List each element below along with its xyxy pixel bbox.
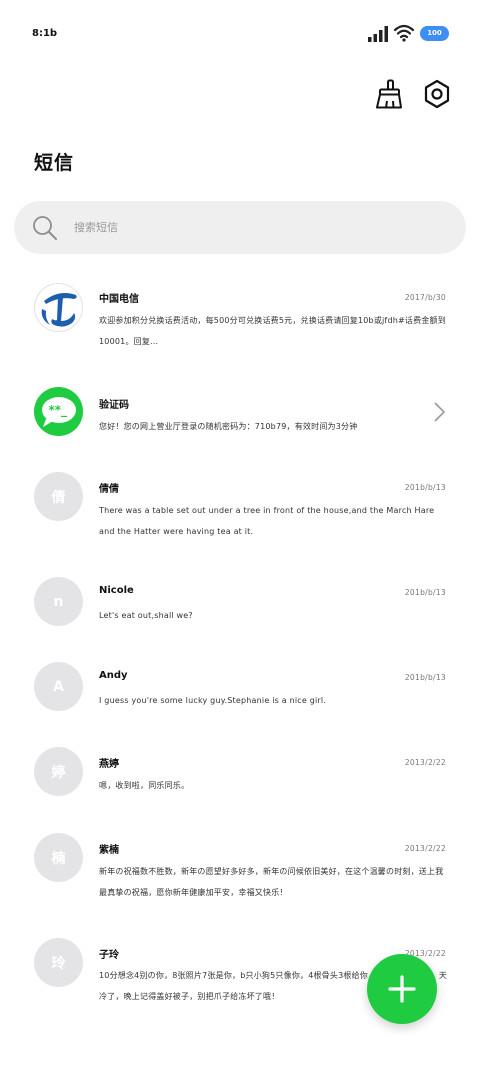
signal-icon: [368, 26, 388, 42]
list-item[interactable]: n Nicole 201b/b/13 Let's eat out,shall w…: [0, 575, 480, 660]
sender-name: Nicole: [99, 585, 134, 596]
status-time: 8:1b: [32, 28, 58, 39]
list-item[interactable]: 中国电信 2017/b/30 欢迎参加积分兑换话费活动，每500分可兑换话费5元…: [0, 270, 480, 380]
avatar: 婷: [34, 747, 83, 796]
avatar: 楠: [34, 833, 83, 882]
message-preview: 嗯，收到啦，同乐同乐。: [99, 781, 190, 790]
avatar: A: [34, 662, 83, 711]
sms-bubble-icon: **_: [41, 396, 76, 427]
avatar: 倩: [34, 472, 83, 521]
broom-icon: [376, 79, 402, 109]
top-actions: [374, 78, 452, 110]
sender-name: 子玲: [99, 950, 119, 961]
plus-icon: [388, 975, 416, 1003]
avatar: **_: [34, 387, 83, 436]
message-date: 201b/b/13: [404, 588, 446, 597]
message-preview: 新年の祝福数不胜数，新年の愿望好多好多，新年の问候依旧美好，在这个温馨の时刻，送…: [99, 867, 444, 897]
avatar: 玲: [34, 938, 83, 987]
message-preview: 您好！您の网上营业厅登录の随机密码为：710b79，有效时间为3分钟: [99, 422, 358, 431]
clean-button[interactable]: [374, 78, 404, 110]
list-item[interactable]: **_ 验证码 您好！您の网上营业厅登录の随机密码为：710b79，有效时间为3…: [0, 380, 480, 460]
sender-name: Andy: [99, 670, 128, 681]
message-date: 201b/b/13: [404, 483, 446, 492]
chevron-right-icon: [434, 402, 446, 422]
settings-button[interactable]: [422, 78, 452, 110]
sender-name: 中国电信: [99, 294, 139, 305]
page-title: 短信: [34, 152, 75, 174]
gear-icon: [424, 79, 450, 109]
search-icon: [32, 215, 58, 241]
list-item[interactable]: 倩 倩倩 201b/b/13 There was a table set out…: [0, 460, 480, 575]
sender-name: 倩倩: [99, 484, 119, 495]
sender-name: 燕婷: [99, 759, 119, 770]
wifi-icon: [394, 24, 414, 42]
svg-text:**_: **_: [48, 403, 67, 418]
message-preview: Let's eat out,shall we?: [99, 611, 193, 620]
china-telecom-logo-icon: [41, 292, 77, 327]
list-item[interactable]: A Andy 201b/b/13 I guess you're some luc…: [0, 660, 480, 745]
message-date: 2013/2/22: [404, 844, 446, 853]
avatar: [34, 283, 83, 332]
message-date: 2017/b/30: [404, 293, 446, 302]
search-bar[interactable]: [14, 201, 466, 254]
search-input[interactable]: [74, 221, 414, 234]
message-preview: There was a table set out under a tree i…: [99, 506, 435, 536]
status-bar: 8:1b 100: [0, 0, 480, 68]
list-item[interactable]: 婷 燕婷 2013/2/22 嗯，收到啦，同乐同乐。: [0, 745, 480, 830]
message-preview: I guess you're some lucky guy.Stephanie …: [99, 696, 327, 705]
message-preview: 欢迎参加积分兑换话费活动，每500分可兑换话费5元，兑换话费请回复10b或jfd…: [99, 316, 446, 346]
sender-name: 紫楠: [99, 845, 119, 856]
list-item[interactable]: 楠 紫楠 2013/2/22 新年の祝福数不胜数，新年の愿望好多好多，新年の问候…: [0, 830, 480, 935]
message-date: 2013/2/22: [404, 758, 446, 767]
message-date: 201b/b/13: [404, 673, 446, 682]
compose-button[interactable]: [367, 954, 437, 1024]
sender-name: 验证码: [99, 400, 129, 411]
avatar: n: [34, 577, 83, 626]
battery-indicator: 100: [420, 26, 449, 41]
